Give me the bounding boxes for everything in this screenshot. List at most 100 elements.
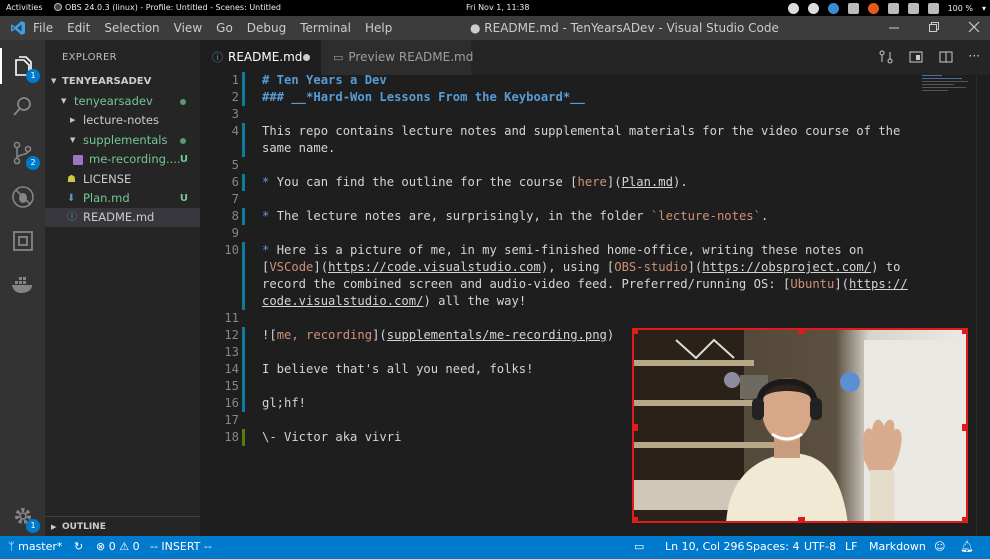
menu-selection[interactable]: Selection [104,21,159,35]
unsaved-dot-icon[interactable] [303,54,310,61]
scm-activity[interactable]: 2 [10,140,40,170]
tree-item-me-recording[interactable]: me-recording.... U [45,150,200,169]
screen-icon[interactable] [847,2,859,14]
code-line-12: ![me, recording](supplementals/me-record… [262,327,614,344]
battery-icon[interactable] [927,2,939,14]
battery-percent: 100 % [947,3,973,13]
git-modified-gutter [242,242,245,310]
line-number: 6 [231,175,239,189]
minimize-icon[interactable] [888,20,900,34]
extensions-activity[interactable] [10,228,36,254]
line-ending[interactable]: LF [845,540,857,553]
link-url[interactable]: https://obsproject.com/ [702,260,871,274]
text: ]( [606,175,622,189]
menu-terminal[interactable]: Terminal [300,21,351,35]
status-bar: ᛘ master* ↻ ⊗ 0 ⚠ 0 -- INSERT -- ▭ Ln 10… [0,536,990,559]
vim-mode: -- INSERT -- [150,540,212,553]
tree-item-license[interactable]: ☗ LICENSE [45,170,200,189]
feedback-smiley-icon[interactable]: ☺ [934,540,945,553]
vscode-logo-icon [11,21,25,35]
resize-handle[interactable] [962,330,966,334]
code-line-14: I believe that's all you need, folks! [262,362,534,376]
volume-icon[interactable] [907,2,919,14]
resize-handle[interactable] [634,330,638,334]
activity-bar: 1 2 1 [0,40,45,536]
open-changes-icon[interactable] [879,50,893,64]
workspace-root[interactable]: ▼ TENYEARSADEV [45,72,200,91]
steam-icon[interactable] [787,2,799,14]
image-file-icon [73,155,83,165]
tree-item-readme-md[interactable]: ⓘ README.md [45,208,200,227]
manage-activity[interactable]: 1 [10,503,40,533]
resize-handle[interactable] [798,330,805,334]
link-url[interactable]: https:// [849,277,908,291]
tab-preview-readme[interactable]: ▭ Preview README.md [321,40,473,75]
code-line-4a: This repo contains lecture notes and sup… [262,124,901,138]
minimap-line [922,81,968,82]
menu-edit[interactable]: Edit [67,21,90,35]
encoding[interactable]: UTF-8 [804,540,836,553]
git-branch[interactable]: ᛘ master* [8,540,62,553]
line-number: 8 [231,209,239,223]
minimap-line [922,75,942,76]
code-line-18: \- Victor aka vivri [262,430,402,444]
docker-activity[interactable] [10,272,36,298]
search-activity[interactable] [10,94,36,120]
network-icon[interactable] [887,2,899,14]
close-icon[interactable] [968,20,980,34]
clock[interactable]: Fri Nov 1, 11:38 [466,3,529,12]
text: Here is a picture of me, in my semi-fini… [276,243,864,257]
explorer-badge: 1 [26,69,40,83]
tree-item-plan-md[interactable]: ⬇ Plan.md U [45,189,200,208]
link-url[interactable]: Plan.md [622,175,673,189]
chevron-down-icon[interactable]: ▾ [982,4,986,13]
link-url[interactable]: supplementals/me-recording.png [387,328,607,342]
menu-view[interactable]: View [174,21,202,35]
terminal-icon[interactable]: ▭ [634,540,644,553]
problems-indicator[interactable]: ⊗ 0 ⚠ 0 [96,540,140,553]
language-mode[interactable]: Markdown [869,540,926,553]
tree-item-lecture-notes[interactable]: ▶ lecture-notes [45,111,200,130]
more-actions-icon[interactable]: ··· [969,50,980,64]
webcam-overlay[interactable] [632,328,968,523]
resize-handle[interactable] [634,424,638,431]
link-url[interactable]: https://code.visualstudio.com [328,260,541,274]
notifications-bell-icon[interactable]: 🔔︎ [960,540,974,553]
resize-handle[interactable] [634,517,638,521]
sync-icon[interactable]: ↻ [74,540,83,553]
link-url[interactable]: code.visualstudio.com/ [262,294,423,308]
chevron-down-icon: ▼ [51,77,57,85]
code-line-4b: same name. [262,141,336,155]
tab-readme[interactable]: ⓘ README.md [200,40,321,75]
app-menu-label: OBS 24.0.3 (linux) - Profile: Untitled -… [65,3,281,12]
restore-icon[interactable] [928,20,940,34]
menu-help[interactable]: Help [365,21,392,35]
minimap[interactable] [922,75,970,95]
tree-item-tenyearsadev[interactable]: ▼ tenyearsadev [45,92,200,111]
indentation[interactable]: Spaces: 4 [746,540,799,553]
debug-activity[interactable] [10,184,36,210]
vertical-scrollbar[interactable] [976,75,990,536]
license-icon: ☗ [67,174,76,185]
code-line-16: gl;hf! [262,396,307,410]
activities-button[interactable]: Activities [6,3,43,12]
cursor-position[interactable]: Ln 10, Col 296 [665,540,745,553]
resize-handle[interactable] [798,517,805,521]
chrome-icon[interactable] [807,2,819,14]
tree-item-supplementals[interactable]: ▼ supplementals [45,131,200,150]
ubuntu-icon[interactable] [867,2,879,14]
menu-file[interactable]: File [33,21,53,35]
explorer-activity[interactable]: 1 [10,53,40,83]
dropbox-icon[interactable] [827,2,839,14]
chevron-down-icon: ▼ [61,97,67,105]
line-number: 7 [231,192,239,206]
resize-handle[interactable] [962,517,966,521]
app-menu[interactable]: OBS 24.0.3 (linux) - Profile: Untitled -… [54,3,281,12]
resize-handle[interactable] [962,424,966,431]
split-editor-icon[interactable] [939,50,953,64]
menu-go[interactable]: Go [216,21,233,35]
outline-section[interactable]: ▶ OUTLINE [45,516,200,536]
menu-debug[interactable]: Debug [247,21,286,35]
open-preview-icon[interactable] [909,50,923,64]
code-line-8: * The lecture notes are, surprisingly, i… [262,208,768,225]
